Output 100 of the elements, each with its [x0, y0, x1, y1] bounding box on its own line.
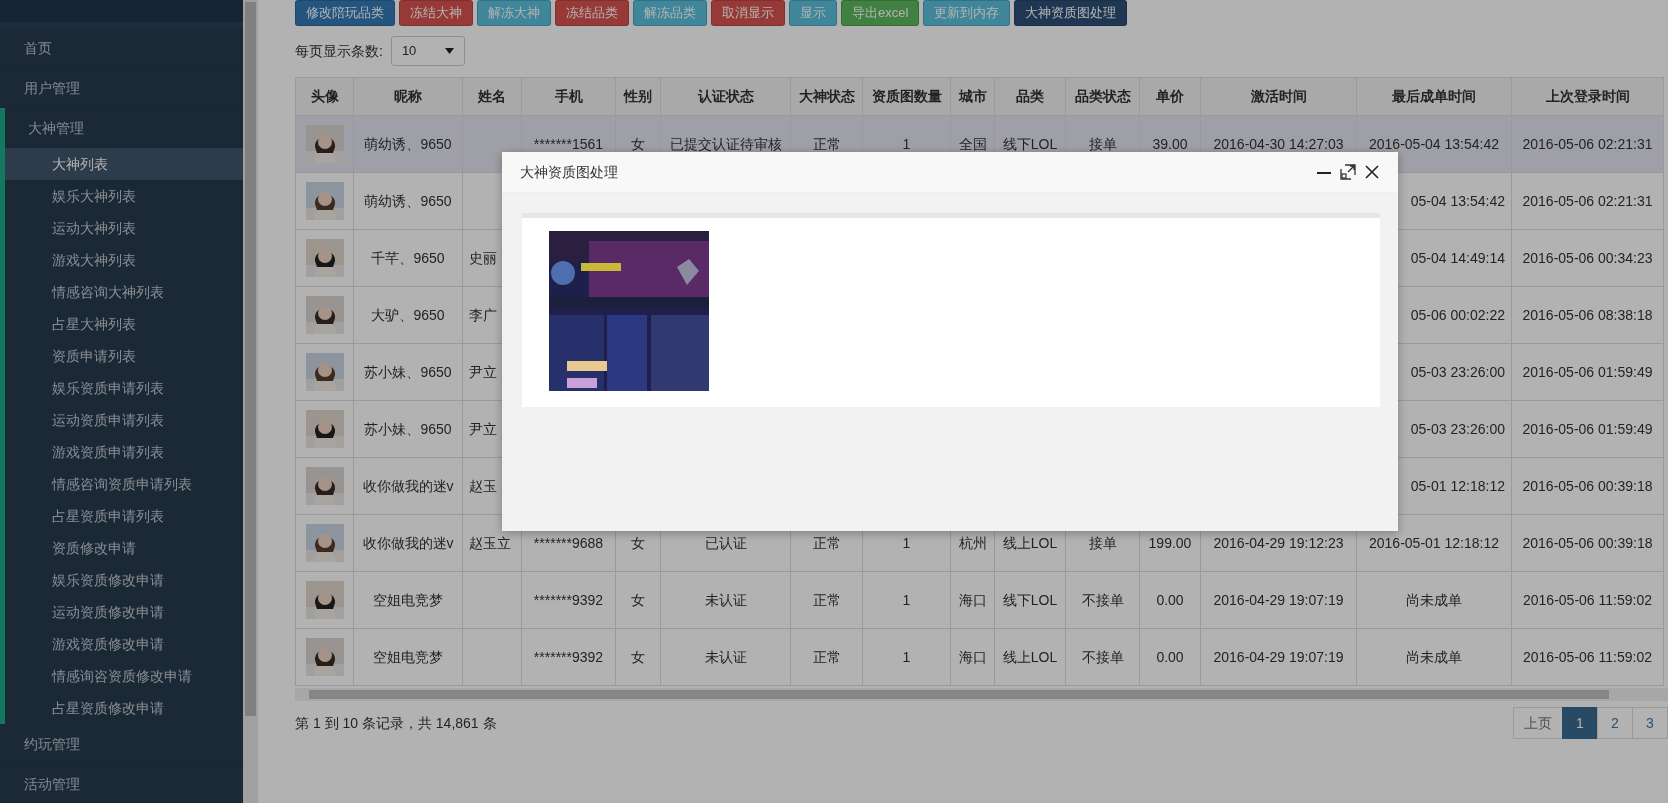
toolbar-button[interactable]: 大神资质图处理	[1014, 0, 1128, 26]
column-header[interactable]: 城市	[950, 77, 995, 116]
table-cell: 女	[631, 135, 645, 152]
table-cell: 2016-05-06 11:59:02	[1523, 591, 1652, 608]
table-cell: 0.00	[1156, 648, 1184, 665]
column-header[interactable]: 性别	[615, 77, 661, 116]
table-cell: 女	[631, 648, 645, 665]
table-cell: 女	[631, 534, 645, 551]
table-cell: *******9392	[533, 591, 604, 608]
column-header[interactable]: 品类	[994, 77, 1066, 116]
table-cell: 2016-05-06 01:59:49	[1522, 420, 1653, 437]
table-cell: 空姐电竞梦	[373, 648, 443, 665]
column-header[interactable]: 资质图数量	[862, 77, 951, 116]
sidebar-subitem[interactable]: 占星资质修改申请	[5, 692, 243, 724]
table-cell: 2016-05-06 00:34:23	[1522, 249, 1653, 266]
column-header[interactable]: 认证状态	[660, 77, 791, 116]
table-cell: 女	[631, 591, 645, 608]
table-cell: 正常	[812, 648, 841, 665]
toolbar-button[interactable]: 取消显示	[711, 0, 785, 26]
table-cell: 接单	[1088, 534, 1117, 551]
sidebar-subitem[interactable]: 资质修改申请	[5, 532, 243, 564]
table-cell: 39.00	[1152, 135, 1188, 152]
vertical-scrollbar[interactable]	[243, 0, 258, 803]
table-cell: 大驴、9650	[371, 306, 445, 323]
table-cell: 2016-05-01 12:18:12	[1369, 534, 1499, 551]
table-cell: 未认证	[704, 648, 747, 665]
column-header[interactable]: 姓名	[462, 77, 522, 116]
sidebar-subitem[interactable]: 大神列表	[5, 148, 243, 180]
sidebar-subitem[interactable]: 运动资质修改申请	[5, 596, 243, 628]
sidebar-subitem[interactable]: 情感咨询大神列表	[5, 276, 243, 308]
maximize-icon[interactable]	[1340, 164, 1356, 180]
column-header[interactable]: 昵称	[353, 77, 463, 116]
column-header[interactable]: 最后成单时间	[1356, 77, 1512, 116]
table-cell: 1	[902, 648, 911, 665]
table-cell: *******9688	[533, 534, 604, 551]
sidebar-subitem[interactable]: 运动资质申请列表	[5, 404, 243, 436]
table-cell: 1	[902, 591, 911, 608]
dialog-title: 大神资质图处理	[520, 162, 618, 182]
table-cell: 2016-05-06 02:21:31	[1522, 192, 1653, 209]
column-header[interactable]: 上次登录时间	[1511, 77, 1664, 116]
column-header[interactable]: 品类状态	[1065, 77, 1140, 116]
sidebar-subitem[interactable]: 情感咨询资质申请列表	[5, 468, 243, 500]
sidebar-subitem[interactable]: 情感询咨资质修改申请	[5, 660, 243, 692]
table-cell: 2016-05-06 08:38:18	[1522, 306, 1653, 323]
sidebar-subitem[interactable]: 娱乐资质修改申请	[5, 564, 243, 596]
toolbar-button[interactable]: 冻结品类	[555, 0, 629, 26]
table-cell: 史丽	[469, 249, 497, 266]
table-cell: 199.00	[1148, 534, 1192, 551]
table-cell: 线上LOL	[1002, 534, 1058, 551]
column-header[interactable]: 大神状态	[790, 77, 863, 116]
table-cell: 赵玉	[469, 477, 497, 494]
table-cell: 05-03 23:26:00	[1410, 420, 1505, 437]
sidebar-subitem[interactable]: 占星资质申请列表	[5, 500, 243, 532]
table-cell: 尚未成单	[1406, 648, 1462, 665]
close-icon[interactable]	[1364, 164, 1380, 180]
page-link[interactable]: 1	[1562, 707, 1598, 739]
table-cell: 海口	[958, 591, 987, 608]
table-cell: 未认证	[704, 591, 747, 608]
column-header[interactable]: 激活时间	[1200, 77, 1357, 116]
table-cell: 2016-04-29 19:07:19	[1213, 591, 1344, 608]
table-cell: 线下LOL	[1002, 135, 1058, 152]
column-header[interactable]: 头像	[295, 77, 354, 116]
table-cell: 05-04 13:54:42	[1410, 192, 1505, 209]
toolbar-button[interactable]: 导出excel	[841, 0, 920, 26]
table-cell: 05-06 00:02:22	[1410, 306, 1505, 323]
table-cell: 正常	[812, 534, 841, 551]
table-cell: 苏小妹、9650	[364, 363, 452, 380]
page-link[interactable]: 3	[1632, 707, 1668, 739]
page-link[interactable]: 上页	[1513, 707, 1563, 739]
sidebar-subitem[interactable]: 运动大神列表	[5, 212, 243, 244]
toolbar-button[interactable]: 冻结大神	[399, 0, 473, 26]
table-cell: 杭州	[958, 534, 987, 551]
table-cell: 赵玉立	[469, 534, 511, 551]
table-cell: *******1561	[533, 135, 604, 152]
toolbar-button[interactable]: 修改陪玩品类	[295, 0, 395, 26]
record-summary: 第 1 到 10 条记录，共 14,861 条	[295, 713, 497, 733]
sidebar-subitem[interactable]: 娱乐大神列表	[5, 180, 243, 212]
column-header[interactable]: 手机	[521, 77, 616, 116]
horizontal-scrollbar[interactable]	[295, 688, 1668, 701]
page-link[interactable]: 2	[1597, 707, 1633, 739]
table-cell: 线上LOL	[1002, 648, 1058, 665]
table-cell: 已认证	[704, 534, 747, 551]
column-header[interactable]: 单价	[1139, 77, 1201, 116]
table-cell: 全国	[958, 135, 987, 152]
sidebar-subitem[interactable]: 游戏资质修改申请	[5, 628, 243, 660]
table-cell: 萌幼诱、9650	[364, 135, 452, 152]
table-cell: 05-04 14:49:14	[1410, 249, 1505, 266]
page-size-select[interactable]: 10	[390, 36, 465, 66]
sidebar-subitem[interactable]: 游戏大神列表	[5, 244, 243, 276]
table-cell: 李广	[469, 306, 497, 323]
table-cell: 已提交认证待审核	[669, 135, 782, 152]
table-cell: 正常	[812, 135, 841, 152]
table-cell: 萌幼诱、9650	[364, 192, 452, 209]
sidebar-subitem[interactable]: 资质申请列表	[5, 340, 243, 372]
sidebar-subitem[interactable]: 娱乐资质申请列表	[5, 372, 243, 404]
table-cell: 2016-05-06 11:59:02	[1523, 648, 1652, 665]
sidebar-subitem[interactable]: 占星大神列表	[5, 308, 243, 340]
table-cell: 线下LOL	[1002, 591, 1058, 608]
sidebar-subitem[interactable]: 游戏资质申请列表	[5, 436, 243, 468]
table-cell: 2016-04-29 19:07:19	[1213, 648, 1344, 665]
